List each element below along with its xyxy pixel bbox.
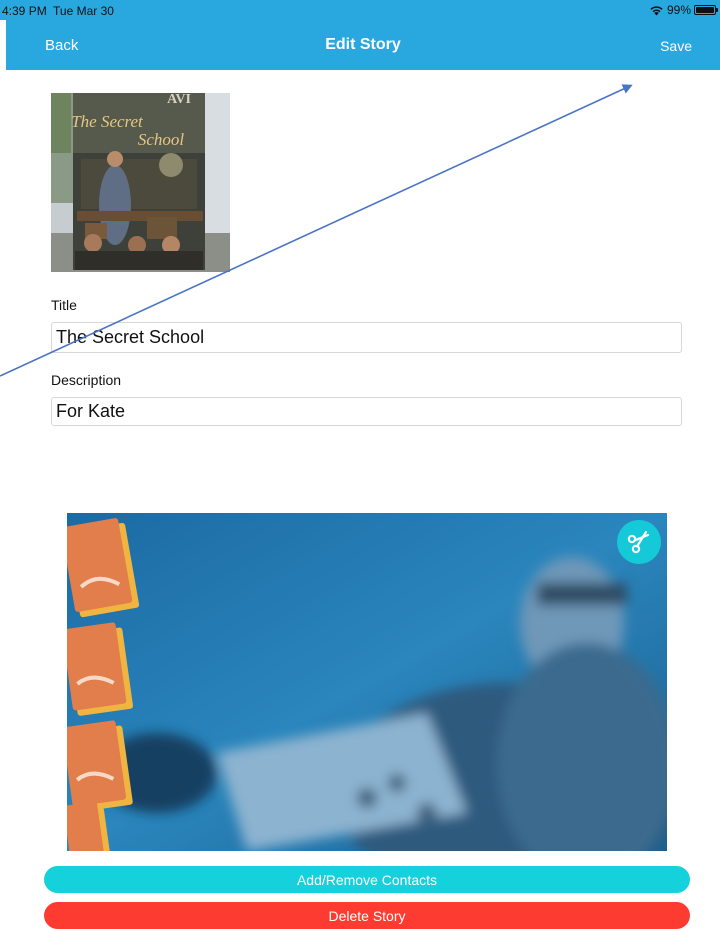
- status-bar: 4:39 PM Tue Mar 30 99%: [0, 0, 720, 20]
- cover-author: AVI: [167, 93, 191, 107]
- video-preview[interactable]: [67, 513, 667, 851]
- description-input[interactable]: [51, 397, 682, 426]
- battery-percentage: 99%: [666, 3, 691, 17]
- add-remove-contacts-button[interactable]: Add/Remove Contacts: [44, 866, 690, 893]
- trim-video-button[interactable]: [617, 520, 661, 564]
- navigation-bar: Back Edit Story Save: [6, 20, 720, 70]
- story-cover-image[interactable]: AVI The Secret School: [51, 93, 230, 272]
- book-decoration: [67, 518, 140, 851]
- video-frame: [67, 513, 667, 851]
- battery-level: [696, 7, 714, 13]
- status-time: 4:39 PM: [2, 4, 47, 18]
- description-label: Description: [51, 372, 122, 388]
- page-title: Edit Story: [325, 36, 401, 53]
- battery-icon: [694, 5, 718, 15]
- delete-story-button[interactable]: Delete Story: [44, 902, 690, 929]
- save-button[interactable]: Save: [660, 38, 692, 54]
- title-input[interactable]: [51, 322, 682, 353]
- cover-title-line-1: The Secret: [71, 112, 144, 131]
- book-cover-photo: AVI The Secret School: [51, 93, 230, 272]
- status-time-date: 4:39 PM Tue Mar 30: [2, 4, 114, 18]
- scissors-icon: [627, 530, 650, 554]
- status-indicators: 99%: [649, 3, 718, 17]
- status-date: Tue Mar 30: [53, 4, 114, 18]
- title-label: Title: [51, 297, 77, 313]
- wifi-icon: [650, 5, 663, 15]
- cover-title-line-2: School: [138, 130, 185, 149]
